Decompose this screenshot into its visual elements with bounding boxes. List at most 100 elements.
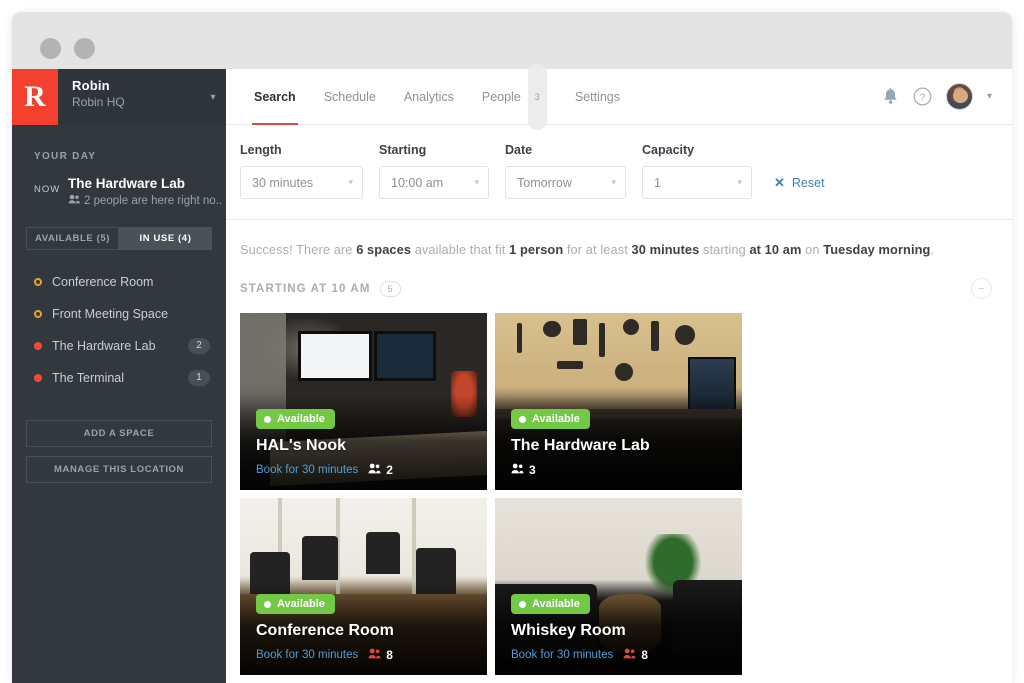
capacity-indicator: 2 bbox=[368, 463, 393, 477]
status-dot-inuse-icon bbox=[34, 342, 42, 350]
capacity-value: 3 bbox=[529, 463, 536, 477]
sidebar-space-conference-room[interactable]: Conference Room bbox=[12, 266, 226, 298]
capacity-value: 8 bbox=[386, 648, 393, 662]
sidebar-space-the-hardware-lab[interactable]: The Hardware Lab 2 bbox=[12, 330, 226, 362]
minus-icon[interactable]: − bbox=[971, 278, 992, 299]
help-circle-icon[interactable]: ? bbox=[913, 87, 932, 106]
starting-select[interactable]: 10:00 am ▾ bbox=[379, 166, 489, 199]
length-select[interactable]: 30 minutes ▾ bbox=[240, 166, 363, 199]
svg-text:?: ? bbox=[920, 92, 926, 104]
tab-settings[interactable]: Settings bbox=[561, 69, 634, 125]
app-window: R Robin Robin HQ ▾ YOUR DAY NOW The Hard… bbox=[12, 12, 1012, 683]
space-name: Conference Room bbox=[52, 275, 154, 289]
tab-label: Schedule bbox=[323, 89, 376, 104]
reset-button[interactable]: ✕ Reset bbox=[774, 166, 825, 199]
sidebar: R Robin Robin HQ ▾ YOUR DAY NOW The Hard… bbox=[12, 69, 226, 683]
success-time: at 10 am bbox=[749, 242, 802, 257]
starting-select-value: 10:00 am bbox=[391, 175, 444, 190]
tab-schedule[interactable]: Schedule bbox=[310, 69, 390, 125]
status-dot-icon bbox=[264, 600, 271, 608]
group-count-badge: 5 bbox=[379, 280, 401, 297]
chevron-down-icon: ▾ bbox=[611, 177, 616, 187]
chevron-down-icon[interactable]: ▾ bbox=[987, 91, 992, 102]
now-block: NOW The Hardware Lab 2 people are here r… bbox=[12, 162, 226, 207]
tab-people-badge: 3 bbox=[527, 63, 547, 130]
space-card-hals-nook[interactable]: Available HAL's Nook Book for 30 minutes… bbox=[240, 313, 487, 490]
space-title: HAL's Nook bbox=[256, 437, 347, 454]
tab-label: Analytics bbox=[403, 89, 454, 104]
filter-capacity: Capacity 1 ▾ bbox=[642, 143, 752, 199]
close-x-icon: ✕ bbox=[774, 174, 785, 190]
window-body: R Robin Robin HQ ▾ YOUR DAY NOW The Hard… bbox=[12, 63, 1012, 683]
sidebar-space-list: Conference Room Front Meeting Space The … bbox=[12, 266, 226, 394]
status-dot-available-icon bbox=[34, 278, 42, 286]
card-meta: Book for 30 minutes 2 bbox=[256, 463, 475, 477]
reset-label: Reset bbox=[791, 175, 825, 190]
chevron-down-icon: ▾ bbox=[737, 177, 742, 187]
sidebar-space-front-meeting-space[interactable]: Front Meeting Space bbox=[12, 298, 226, 330]
segment-available[interactable]: AVAILABLE (5) bbox=[26, 227, 119, 250]
tab-search[interactable]: Search bbox=[240, 69, 310, 125]
now-tag: NOW bbox=[34, 184, 61, 195]
capacity-indicator: 8 bbox=[623, 648, 648, 662]
status-dot-icon bbox=[519, 415, 526, 423]
manage-this-location-button[interactable]: MANAGE THIS LOCATION bbox=[26, 456, 212, 483]
space-card-conference-room[interactable]: Available Conference Room Book for 30 mi… bbox=[240, 498, 487, 675]
space-card-the-hardware-lab[interactable]: Available The Hardware Lab 3 bbox=[495, 313, 742, 490]
window-control-minimize[interactable] bbox=[40, 38, 61, 59]
people-icon bbox=[368, 463, 381, 477]
filter-label: Starting bbox=[379, 143, 427, 157]
people-icon bbox=[511, 463, 524, 477]
topbar-actions: ? ▾ bbox=[882, 83, 992, 110]
tab-analytics[interactable]: Analytics bbox=[390, 69, 468, 125]
space-name: The Terminal bbox=[52, 371, 125, 385]
book-link[interactable]: Book for 30 minutes bbox=[511, 649, 613, 661]
sidebar-space-the-terminal[interactable]: The Terminal 1 bbox=[12, 362, 226, 394]
avatar[interactable] bbox=[945, 83, 973, 110]
filter-starting: Starting 10:00 am ▾ bbox=[379, 143, 489, 199]
success-day: Tuesday morning bbox=[823, 242, 931, 257]
group-label: STARTING AT 10 AM bbox=[240, 282, 371, 295]
space-name: Front Meeting Space bbox=[52, 307, 169, 321]
window-control-maximize[interactable] bbox=[74, 38, 95, 59]
results-group-header: STARTING AT 10 AM 5 − bbox=[240, 278, 992, 299]
space-card-whiskey-room[interactable]: Available Whiskey Room Book for 30 minut… bbox=[495, 498, 742, 675]
people-icon bbox=[68, 194, 80, 207]
add-a-space-button[interactable]: ADD A SPACE bbox=[26, 420, 212, 447]
date-select[interactable]: Tomorrow ▾ bbox=[505, 166, 626, 199]
book-link[interactable]: Book for 30 minutes bbox=[256, 649, 358, 661]
bell-icon[interactable] bbox=[882, 87, 899, 106]
brand-name: Robin bbox=[72, 78, 110, 93]
availability-badge: Available bbox=[256, 594, 335, 614]
people-icon bbox=[368, 648, 381, 662]
card-meta: Book for 30 minutes 8 bbox=[511, 648, 730, 662]
capacity-select[interactable]: 1 ▾ bbox=[642, 166, 752, 199]
space-occupancy-badge: 1 bbox=[188, 370, 210, 386]
chevron-down-icon[interactable]: ▾ bbox=[200, 69, 226, 125]
main-panel: Search Schedule Analytics People 3 Setti… bbox=[226, 63, 1012, 683]
top-navigation-bar: Search Schedule Analytics People 3 Setti… bbox=[226, 63, 1012, 130]
tab-people[interactable]: People 3 bbox=[468, 63, 561, 130]
capacity-value: 8 bbox=[641, 648, 648, 662]
space-card-grid: Available HAL's Nook Book for 30 minutes… bbox=[240, 313, 992, 683]
tab-list: Search Schedule Analytics People 3 Setti… bbox=[240, 63, 882, 130]
now-info: The Hardware Lab 2 people are here right… bbox=[68, 176, 222, 207]
book-link[interactable]: Book for 30 minutes bbox=[256, 464, 358, 476]
space-name: The Hardware Lab bbox=[52, 339, 156, 353]
chevron-down-icon: ▾ bbox=[474, 177, 479, 187]
chevron-down-icon: ▾ bbox=[348, 177, 353, 187]
segment-in-use[interactable]: IN USE (4) bbox=[119, 227, 212, 250]
availability-badge: Available bbox=[256, 409, 335, 429]
brand-subtitle: Robin HQ bbox=[72, 95, 125, 109]
your-day-label: YOUR DAY bbox=[34, 151, 97, 162]
people-icon bbox=[623, 648, 636, 662]
search-filters: Length 30 minutes ▾ Starting 10:00 am ▾ … bbox=[226, 125, 1012, 220]
sidebar-brand[interactable]: R Robin Robin HQ ▾ bbox=[12, 69, 226, 125]
window-titlebar bbox=[12, 12, 1012, 69]
now-subtitle-text: 2 people are here right no.. bbox=[84, 194, 223, 207]
card-meta: Book for 30 minutes 8 bbox=[256, 648, 475, 662]
length-select-value: 30 minutes bbox=[252, 175, 314, 190]
now-space-title: The Hardware Lab bbox=[68, 176, 186, 191]
success-part: on bbox=[801, 242, 824, 257]
success-duration: 30 minutes bbox=[631, 242, 700, 257]
